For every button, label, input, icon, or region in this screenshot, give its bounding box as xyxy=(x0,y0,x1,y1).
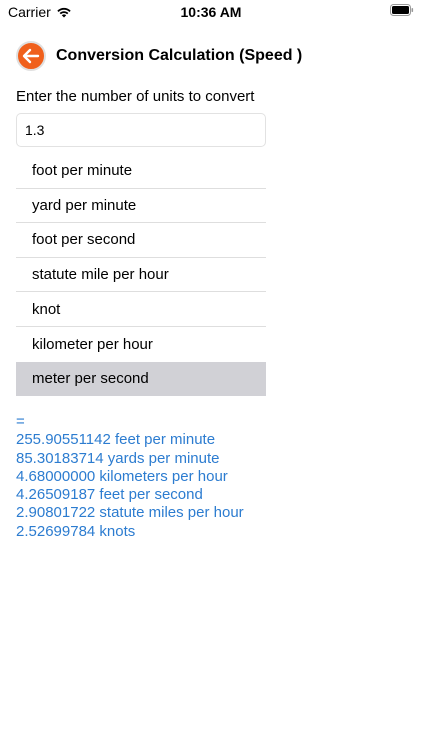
unit-item-knot[interactable]: knot xyxy=(16,292,266,327)
unit-item-foot-per-minute[interactable]: foot per minute xyxy=(16,154,266,189)
result-line: 255.90551142 feet per minute xyxy=(16,431,216,449)
unit-item-statute-mile-per-hour[interactable]: statute mile per hour xyxy=(16,258,266,293)
status-time: 10:36 AM xyxy=(180,4,242,20)
result-line: 4.68000000 kilometers per hour xyxy=(16,467,228,485)
back-button[interactable] xyxy=(16,41,46,71)
result-line: 4.26509187 feet per second xyxy=(16,486,203,504)
result-line: 2.52699784 knots xyxy=(16,522,136,540)
unit-item-meter-per-second[interactable]: meter per second xyxy=(16,361,266,397)
status-bar: Carrier 10:36 AM xyxy=(0,0,422,24)
results-equals: = xyxy=(16,413,25,430)
unit-item-kilometer-per-hour[interactable]: kilometer per hour xyxy=(16,327,266,362)
prompt-label: Enter the number of units to convert xyxy=(16,88,255,105)
unit-list: foot per minute yard per minute foot per… xyxy=(16,154,266,397)
arrow-left-icon xyxy=(22,48,40,64)
conversion-results: = 255.90551142 feet per minute 85.301837… xyxy=(16,413,244,541)
unit-item-foot-per-second[interactable]: foot per second xyxy=(16,223,266,258)
result-line: 2.90801722 statute miles per hour xyxy=(16,504,244,522)
header: Conversion Calculation (Speed ) xyxy=(16,40,302,72)
page-title: Conversion Calculation (Speed ) xyxy=(56,47,303,64)
unit-item-yard-per-minute[interactable]: yard per minute xyxy=(16,189,266,224)
battery-icon xyxy=(390,4,414,16)
units-input[interactable] xyxy=(16,113,266,147)
result-line: 85.30183714 yards per minute xyxy=(16,449,220,467)
